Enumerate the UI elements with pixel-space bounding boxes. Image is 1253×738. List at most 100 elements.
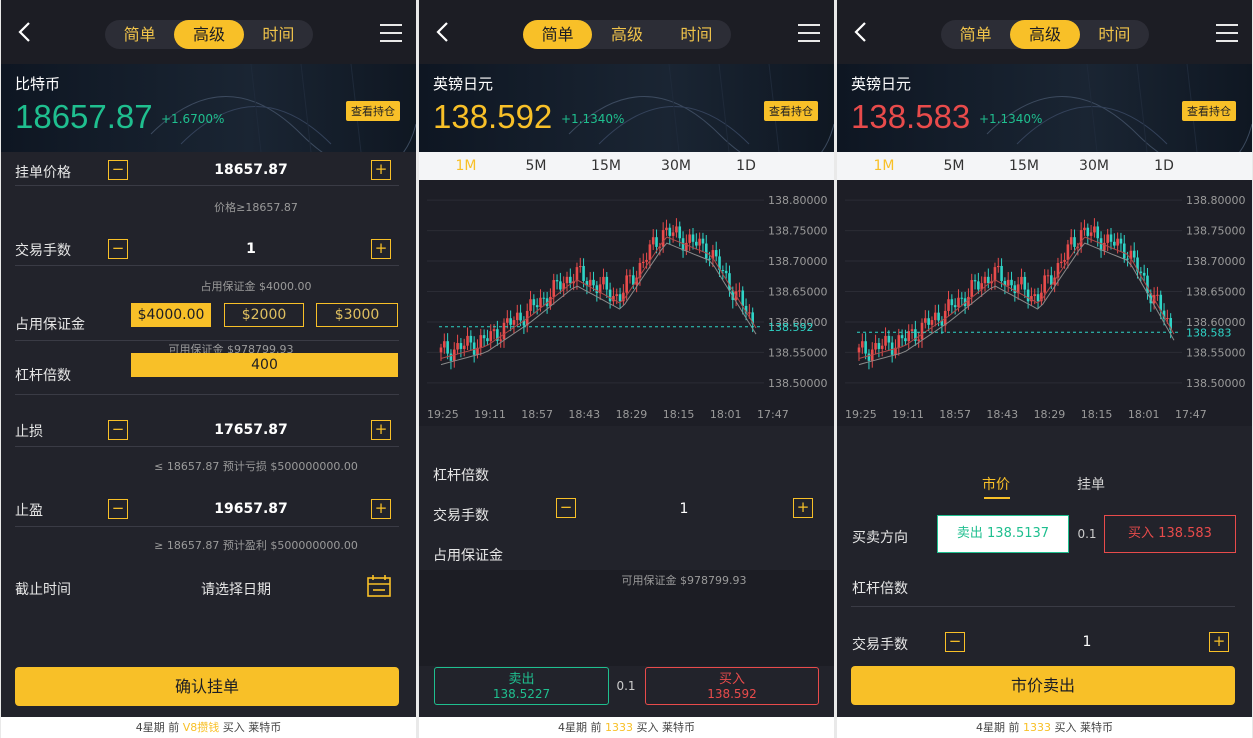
back-icon[interactable] [851,21,871,43]
kline-chart[interactable]: 138.80000 138.75000 138.70000 138.65000 138.… [837,180,1252,426]
tab-market[interactable]: 市价 [982,474,1010,494]
interval-1m[interactable]: 1M [849,152,919,180]
candle-body [864,341,867,354]
lots-minus-button[interactable]: − [556,498,576,518]
lots-minus-button[interactable]: − [108,239,128,259]
interval-30m[interactable]: 30M [1059,152,1129,180]
order-price-plus-button[interactable]: + [371,160,391,180]
tab-time[interactable]: 时间 [662,20,731,49]
margin-hint: 占用保证金 $4000.00 [200,280,312,293]
interval-30m[interactable]: 30M [641,152,711,180]
market-sell-option[interactable]: 卖出 138.5137 [937,515,1069,553]
stoploss-value[interactable]: 17657.87 [151,422,351,438]
candle-body [857,347,861,353]
interval-5m[interactable]: 5M [501,152,571,180]
view-positions-button[interactable]: 查看持仓 [1182,101,1236,121]
ticker-time: 4星期 前 [976,721,1020,734]
candle-body [625,275,628,293]
interval-15m[interactable]: 15M [989,152,1059,180]
sell-button[interactable]: 卖出 138.5227 [434,667,609,705]
candle-body [1069,237,1073,245]
x-tick-label: 18:43 [568,408,600,421]
amount-option-2000[interactable]: $2000 [224,303,304,327]
order-price-minus-button[interactable]: − [108,160,128,180]
buy-label: 买入 [718,672,745,687]
back-icon[interactable] [15,21,35,43]
tab-advanced[interactable]: 高级 [592,20,661,49]
lots-value[interactable]: 1 [1002,634,1172,650]
candle-body [515,312,519,321]
view-positions-button[interactable]: 查看持仓 [346,101,400,121]
tab-pending[interactable]: 挂单 [1077,474,1105,494]
candle-body [671,232,675,236]
market-sell-button[interactable]: 市价卖出 [851,666,1235,705]
x-tick-label: 18:01 [710,408,742,421]
top-bar: 简单 高级 时间 [419,0,834,64]
interval-5m[interactable]: 5M [919,152,989,180]
menu-icon[interactable] [380,24,402,42]
ticker-action: 买入 莱特币 [222,721,282,734]
takeprofit-plus-button[interactable]: + [371,499,391,519]
takeprofit-label: 止盈 [15,503,43,519]
confirm-order-button[interactable]: 确认挂单 [15,667,399,706]
tab-time[interactable]: 时间 [1080,20,1149,49]
candle-body [655,237,658,247]
candle-body [900,335,904,339]
kline-svg: 138.80000 138.75000 138.70000 138.65000 138.… [427,194,828,421]
amount-option-3000[interactable]: $3000 [316,303,398,327]
takeprofit-minus-button[interactable]: − [108,499,128,519]
buy-button[interactable]: 买入 138.592 [645,667,819,705]
amount-option-4000[interactable]: $4000.00 [131,303,211,327]
lots-plus-button[interactable]: + [371,239,391,259]
order-price-value[interactable]: 18657.87 [151,162,351,178]
expiry-date-picker[interactable]: 请选择日期 [151,579,321,599]
leverage-value[interactable]: 400 [131,353,398,377]
candle-body [910,329,914,332]
trade-ticker: 4星期 前 V8攒钱 买入 莱特币 [1,717,416,738]
candle-body [1093,226,1096,233]
interval-1m[interactable]: 1M [431,152,501,180]
lots-plus-button[interactable]: + [1209,632,1229,652]
takeprofit-hint: ≥ 18657.87 预计盈利 $500000000.00 [154,539,358,552]
tab-simple[interactable]: 简单 [105,20,174,49]
candle-body [1059,261,1063,264]
candle-body [748,312,751,314]
leverage-label: 杠杆倍数 [15,368,71,384]
tab-advanced[interactable]: 高级 [1010,20,1080,49]
candle-body [439,347,443,353]
kline-svg: 138.80000 138.75000 138.70000 138.65000 138.… [845,194,1246,421]
candle-body [1006,279,1010,286]
lots-value[interactable]: 1 [151,241,351,257]
leverage-label: 杠杆倍数 [433,468,489,484]
calendar-icon[interactable] [367,575,391,597]
interval-1d[interactable]: 1D [1129,152,1199,180]
lots-label: 交易手数 [433,508,489,524]
tab-time[interactable]: 时间 [244,20,313,49]
candle-body [960,297,964,299]
tab-simple[interactable]: 简单 [523,20,593,49]
stoploss-minus-button[interactable]: − [108,420,128,440]
lots-minus-button[interactable]: − [945,632,965,652]
tab-simple[interactable]: 简单 [941,20,1010,49]
lots-plus-button[interactable]: + [793,498,813,518]
candle-body [920,322,924,340]
view-positions-button[interactable]: 查看持仓 [764,101,818,121]
menu-icon[interactable] [798,24,820,42]
tab-advanced[interactable]: 高级 [174,20,244,49]
y-tick-label: 138.80000 [1186,194,1246,207]
menu-icon[interactable] [1216,24,1238,42]
candle-body [884,335,887,346]
interval-15m[interactable]: 15M [571,152,641,180]
stoploss-plus-button[interactable]: + [371,420,391,440]
mode-tabs: 简单 高级 时间 [523,20,731,49]
phone-simple: 简单 高级 时间 英镑日元 138.592 +1.1340% 查看持仓 1M 5… [419,0,834,738]
lots-value[interactable]: 1 [599,501,769,517]
interval-1d[interactable]: 1D [711,152,781,180]
back-icon[interactable] [433,21,453,43]
candle-body [880,345,884,349]
candle-body [608,289,612,302]
candle-body [555,280,559,282]
takeprofit-value[interactable]: 19657.87 [151,501,351,517]
kline-chart[interactable]: 138.80000 138.75000 138.70000 138.65000 138.… [419,180,834,426]
market-buy-option[interactable]: 买入 138.583 [1104,515,1236,553]
